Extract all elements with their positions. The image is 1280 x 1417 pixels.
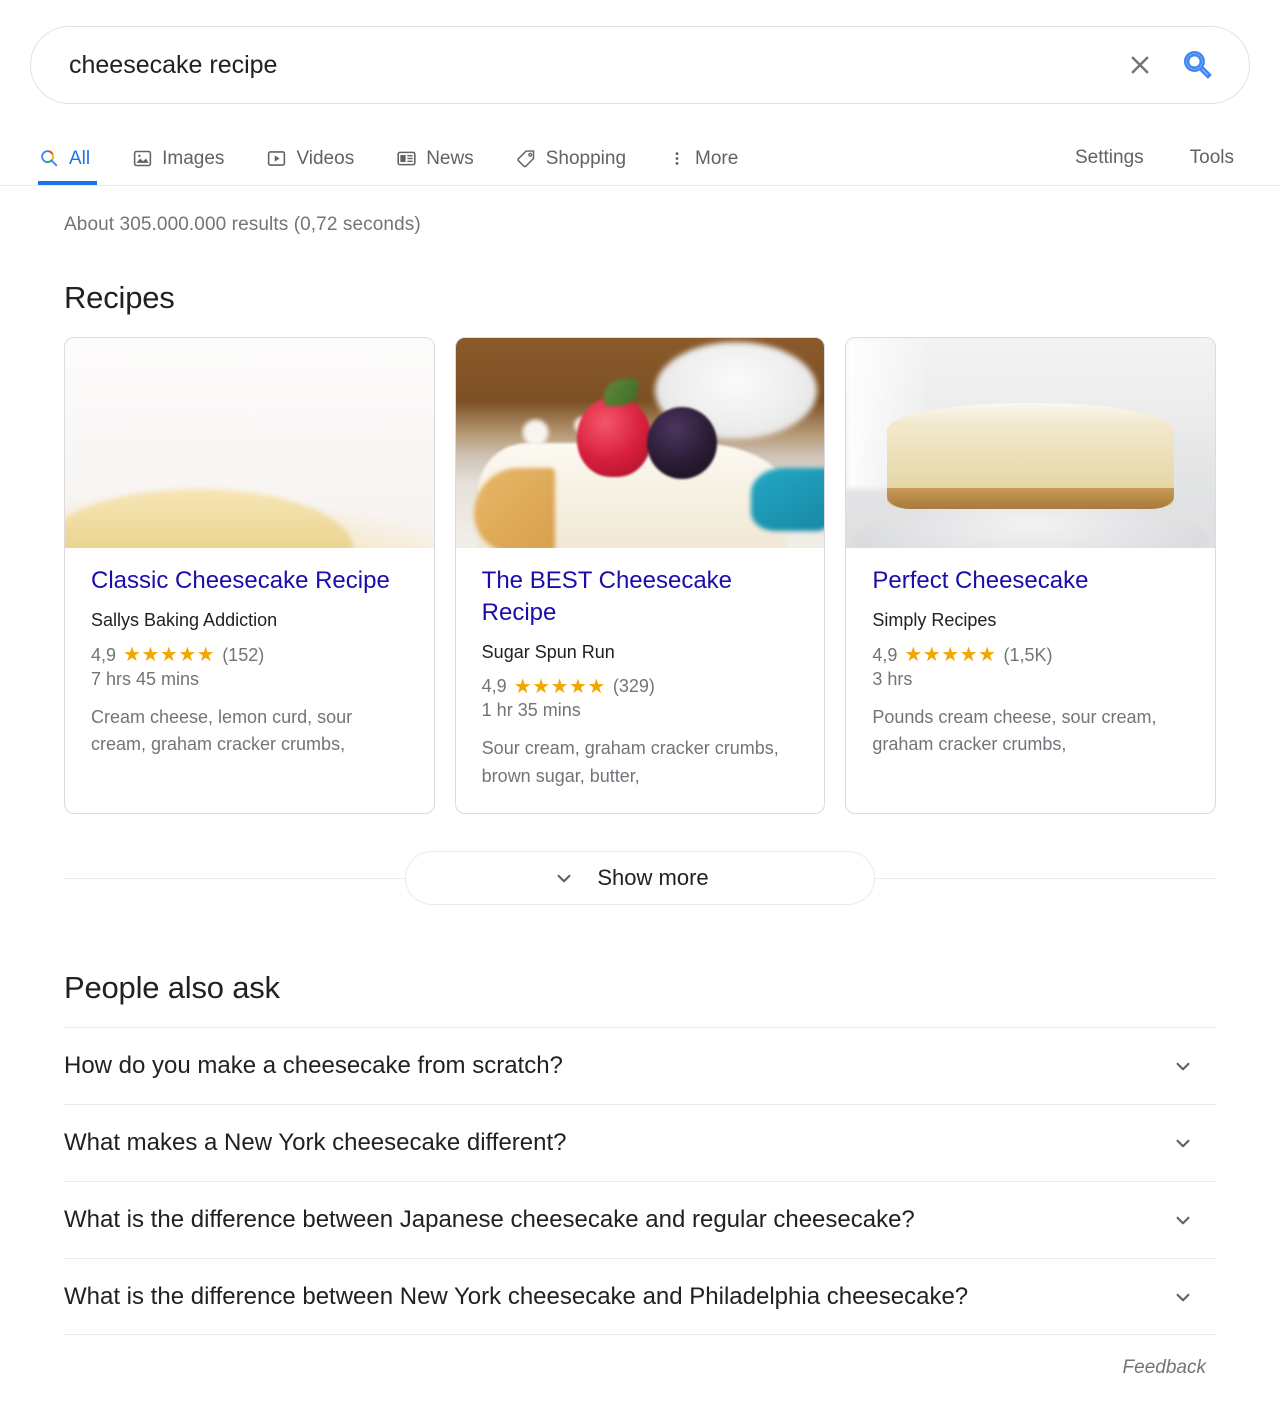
chevron-down-icon — [557, 874, 571, 883]
recipe-time: 3 hrs — [872, 668, 913, 689]
recipe-card-body: The BEST Cheesecake Recipe Sugar Spun Ru… — [456, 548, 825, 813]
show-more-label: Show more — [597, 865, 709, 891]
rating-count: (152) — [222, 644, 265, 665]
photo-teal-cloth-shape — [750, 468, 825, 532]
image-icon — [133, 150, 152, 167]
recipe-title-link[interactable]: Classic Cheesecake Recipe — [91, 565, 408, 597]
divider-left — [64, 877, 405, 879]
recipe-ingredients: Sour cream, graham cracker crumbs, brown… — [481, 738, 779, 787]
paa-question-text: What is the difference between Japanese … — [64, 1206, 915, 1234]
recipe-title-link[interactable]: Perfect Cheesecake — [872, 565, 1189, 597]
tab-images[interactable]: Images — [111, 148, 245, 185]
search-bar-actions — [1125, 48, 1249, 82]
chevron-down-icon[interactable] — [1170, 1207, 1196, 1233]
recipe-time: 1 hr 35 mins — [481, 700, 581, 721]
show-more-button[interactable]: Show more — [405, 851, 875, 906]
recipe-cards-list: Classic Cheesecake Recipe Sallys Baking … — [30, 316, 1250, 815]
nav-tools: Settings Tools — [1059, 147, 1250, 185]
photo-crust-shape — [474, 468, 556, 548]
tab-shopping-label: Shopping — [545, 148, 627, 169]
recipe-image — [65, 338, 434, 548]
rating-value: 4,9 — [872, 644, 898, 665]
nav-tabs-list: All Images Videos News Shopping More — [30, 147, 759, 185]
chevron-down-icon[interactable] — [1170, 1284, 1196, 1310]
recipe-title-link[interactable]: The BEST Cheesecake Recipe — [482, 565, 799, 629]
search-nav-tabs: All Images Videos News Shopping More Set… — [0, 126, 1280, 186]
recipe-time: 7 hrs 45 mins — [91, 668, 200, 689]
tab-videos-label: Videos — [296, 148, 355, 169]
news-icon — [397, 151, 416, 166]
settings-button[interactable]: Settings — [1059, 147, 1160, 169]
video-play-icon — [268, 151, 286, 166]
tab-videos[interactable]: Videos — [245, 148, 375, 185]
people-also-ask-list: How do you make a cheesecake from scratc… — [30, 1027, 1250, 1336]
tag-icon — [517, 150, 534, 168]
recipe-card[interactable]: Classic Cheesecake Recipe Sallys Baking … — [64, 337, 435, 815]
search-input[interactable] — [31, 27, 1125, 103]
photo-cheesecake-shape — [886, 403, 1175, 510]
rating-value: 4,9 — [91, 644, 117, 665]
tab-more-label: More — [695, 148, 739, 169]
search-header — [0, 0, 1280, 104]
recipe-card-body: Classic Cheesecake Recipe Sallys Baking … — [65, 548, 434, 781]
show-more-row: Show more — [30, 848, 1250, 908]
search-bar[interactable] — [30, 26, 1250, 104]
paa-question-text: What is the difference between New York … — [64, 1282, 969, 1310]
recipe-image — [455, 338, 825, 548]
google-search-icon — [41, 150, 58, 167]
tools-button[interactable]: Tools — [1174, 147, 1250, 169]
main-content: About 305.000.000 results (0,72 seconds)… — [0, 186, 1280, 1379]
recipe-rating: 4,9 ★★★★★ (1,5K) — [872, 645, 1189, 666]
photo-blackberry-shape — [647, 407, 718, 479]
paa-question-row[interactable]: What is the difference between Japanese … — [64, 1181, 1216, 1258]
rating-value: 4,9 — [481, 676, 507, 697]
rating-stars: ★★★★★ — [904, 644, 997, 666]
recipe-ingredients: Cream cheese, lemon curd, sour cream, gr… — [91, 706, 353, 755]
paa-question-text: What makes a New York cheesecake differe… — [64, 1129, 567, 1157]
rating-count: (329) — [612, 676, 655, 697]
result-stats: About 305.000.000 results (0,72 seconds) — [64, 214, 421, 235]
recipe-rating: 4,9 ★★★★★ (152) — [91, 645, 408, 666]
tab-all-label: All — [69, 147, 91, 169]
rating-stars: ★★★★★ — [123, 644, 216, 666]
paa-question-text: How do you make a cheesecake from scratc… — [64, 1052, 563, 1080]
tab-all[interactable]: All — [30, 147, 111, 185]
paa-question-row[interactable]: How do you make a cheesecake from scratc… — [64, 1027, 1216, 1104]
close-icon — [1131, 56, 1149, 74]
recipe-card[interactable]: Perfect Cheesecake Simply Recipes 4,9 ★★… — [845, 337, 1217, 815]
recipe-card-body: Perfect Cheesecake Simply Recipes 4,9 ★★… — [846, 548, 1215, 781]
photo-strawberry-shape — [577, 396, 652, 477]
rating-count: (1,5K) — [1003, 644, 1053, 665]
recipe-card[interactable]: The BEST Cheesecake Recipe Sugar Spun Ru… — [454, 337, 826, 815]
recipe-source: Sallys Baking Addiction — [91, 609, 278, 630]
more-vertical-icon — [675, 152, 679, 165]
tab-more[interactable]: More — [647, 148, 759, 185]
recipe-image — [846, 338, 1216, 548]
recipe-source: Sugar Spun Run — [481, 641, 615, 662]
recipe-source: Simply Recipes — [872, 609, 997, 630]
feedback-link[interactable]: Feedback — [30, 1335, 1250, 1379]
paa-question-row[interactable]: What makes a New York cheesecake differe… — [64, 1104, 1216, 1181]
chevron-down-icon[interactable] — [1170, 1130, 1196, 1156]
tab-news[interactable]: News — [375, 148, 495, 185]
search-icon — [1183, 50, 1212, 79]
tab-news-label: News — [426, 148, 474, 169]
people-also-ask-title: People also ask — [64, 970, 280, 1006]
divider-right — [875, 877, 1216, 879]
chevron-down-icon[interactable] — [1170, 1053, 1196, 1079]
recipe-rating: 4,9 ★★★★★ (329) — [482, 676, 799, 697]
recipe-ingredients: Pounds cream cheese, sour cream, graham … — [872, 706, 1157, 755]
submit-search-button[interactable] — [1181, 48, 1215, 82]
tab-images-label: Images — [162, 148, 225, 169]
recipes-section-title: Recipes — [64, 280, 175, 315]
paa-question-row[interactable]: What is the difference between New York … — [64, 1258, 1216, 1336]
clear-search-button[interactable] — [1125, 50, 1155, 80]
rating-stars: ★★★★★ — [513, 675, 606, 698]
tab-shopping[interactable]: Shopping — [495, 148, 647, 185]
